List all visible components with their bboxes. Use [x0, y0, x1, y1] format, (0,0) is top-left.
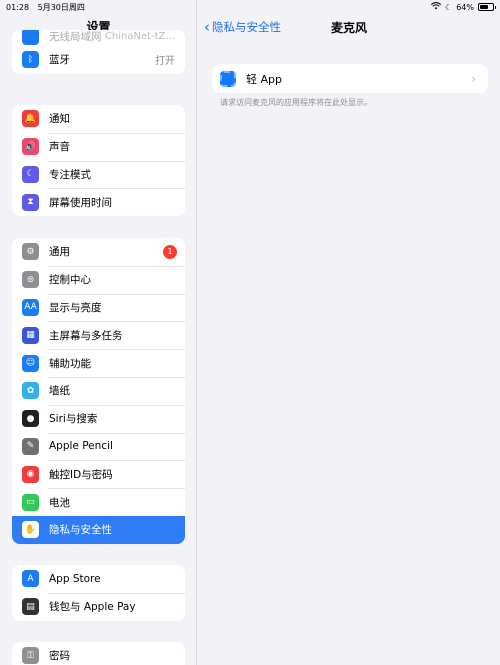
gear-icon: ⚙	[22, 243, 39, 261]
sidebar-item-label: Apple Pencil	[49, 440, 113, 453]
wifi-icon	[430, 2, 442, 12]
status-date: 5月30日周四	[37, 2, 85, 12]
sidebar-group-passwords: ⚿ 密码	[12, 642, 185, 665]
sidebar-item[interactable]: ✋ 隐私与安全性	[12, 515, 185, 544]
sidebar-item-wlan[interactable]: 无线局域网 ChinaNet-tZ...	[12, 30, 185, 46]
microphone-note: 请求访问麦克风的应用程序将在此处显示。	[220, 98, 372, 107]
sidebar-item[interactable]: ☺ 辅助功能	[12, 349, 185, 377]
sidebar-item-label: 辅助功能	[49, 357, 91, 370]
sidebar-item[interactable]: ᛒ 蓝牙 打开	[12, 46, 185, 74]
sidebar-item-label: 通用	[49, 246, 70, 259]
grid-icon: ▦	[22, 326, 39, 344]
flower-icon: ✿	[22, 382, 39, 400]
sidebar-item-label: 通知	[49, 113, 70, 126]
sidebar-group-store: A App Store ▤ 钱包与 Apple Pay	[12, 565, 185, 621]
sidebar-item-label: 隐私与安全性	[49, 524, 112, 537]
fingerprint-icon: ◉	[22, 465, 39, 483]
battery-percent: 64%	[456, 2, 474, 12]
sidebar-item[interactable]: ⧗ 屏幕使用时间	[12, 188, 185, 216]
sidebar-item[interactable]: ✿ 墙纸	[12, 376, 185, 405]
sidebar-item[interactable]: ☾ 专注模式	[12, 160, 185, 189]
sidebar-item-label: 蓝牙	[49, 54, 70, 67]
moon-status-icon: ☾	[445, 2, 453, 12]
status-time: 01:28	[6, 2, 30, 12]
app-row-label: 轻 App	[246, 72, 282, 86]
sidebar-group-connectivity: 无线局域网 ChinaNet-tZ... ᛒ 蓝牙 打开	[12, 30, 185, 74]
status-left: 01:28 5月30日周四	[6, 2, 91, 13]
sidebar-item-label: 无线局域网	[49, 30, 102, 43]
siri-icon: ●	[22, 410, 39, 428]
sidebar-item[interactable]: 🔊 声音	[12, 132, 185, 161]
bluetooth-icon: ᛒ	[22, 51, 39, 69]
accessibility-icon: ☺	[22, 354, 39, 372]
status-right: ☾ 64%	[430, 2, 496, 12]
sidebar-item-label: Siri与搜索	[49, 413, 98, 426]
sidebar-group-general: ⚙ 通用 1 ⊜ 控制中心 AA 显示与亮度 ▦ 主屏幕与多任务 ☺ 辅助功能 ✿ 墙纸 ● Siri与搜索…	[12, 238, 185, 544]
sidebar-item-label: 声音	[49, 141, 70, 154]
sidebar-item[interactable]: 🔔 通知	[12, 105, 185, 133]
settings-sidebar: 设置 无线局域网 ChinaNet-tZ... ᛒ 蓝牙 打开 🔔 通知 🔊 声音 ☾ 专注模…	[0, 0, 197, 665]
sidebar-item-label: 屏幕使用时间	[49, 196, 112, 209]
sidebar-item-detail: 打开	[155, 56, 175, 68]
sidebar-item-label: 控制中心	[49, 274, 91, 287]
sidebar-item-label: 专注模式	[49, 168, 91, 181]
back-button[interactable]: ‹ 隐私与安全性	[204, 19, 281, 35]
chevron-right-icon: ›	[471, 71, 476, 86]
sidebar-item-label: 钱包与 Apple Pay	[49, 601, 136, 614]
toggles-icon: ⊜	[22, 271, 39, 289]
sidebar-item[interactable]: ✎ Apple Pencil	[12, 432, 185, 461]
wifi-settings-icon	[22, 30, 39, 45]
light-app-icon	[220, 70, 236, 87]
sidebar-item-label: 密码	[49, 650, 70, 663]
status-bar: 01:28 5月30日周四 ☾ 64%	[0, 0, 500, 14]
sidebar-item[interactable]: AA 显示与亮度	[12, 293, 185, 322]
hand-icon: ✋	[22, 521, 39, 539]
hourglass-icon: ⧗	[22, 193, 39, 211]
sidebar-group-notifications: 🔔 通知 🔊 声音 ☾ 专注模式 ⧗ 屏幕使用时间	[12, 105, 185, 217]
chevron-left-icon: ‹	[204, 17, 210, 36]
key-icon: ⚿	[22, 647, 39, 665]
notification-badge: 1	[163, 244, 177, 259]
sidebar-item[interactable]: ⚙ 通用 1	[12, 238, 185, 266]
sidebar-item-label: 电池	[49, 496, 70, 509]
sidebar-item-detail: ChinaNet-tZ...	[104, 30, 175, 42]
sidebar-item-label: App Store	[49, 572, 101, 585]
sidebar-item[interactable]: ▭ 电池	[12, 488, 185, 516]
speaker-icon: 🔊	[22, 138, 39, 156]
sidebar-item[interactable]: ▦ 主屏幕与多任务	[12, 321, 185, 349]
sidebar-item[interactable]: ◉ 触控ID与密码	[12, 460, 185, 488]
text-size-icon: AA	[22, 298, 39, 316]
app-store-icon: A	[22, 570, 39, 588]
sidebar-item-label: 主屏幕与多任务	[49, 329, 123, 342]
sidebar-item-label: 触控ID与密码	[49, 468, 113, 481]
detail-pane: ‹ 隐私与安全性 麦克风 轻 App › 请求访问麦克风的应用程序将在此处显示。	[198, 0, 500, 665]
pencil-icon: ✎	[22, 437, 39, 455]
sidebar-item[interactable]: ⚿ 密码	[12, 642, 185, 665]
sidebar-item[interactable]: A App Store	[12, 565, 185, 593]
sidebar-item[interactable]: ⊜ 控制中心	[12, 265, 185, 294]
app-row-light-app[interactable]: 轻 App ›	[212, 64, 488, 93]
back-label: 隐私与安全性	[212, 20, 281, 34]
battery-fill	[480, 5, 488, 9]
bell-icon: 🔔	[22, 110, 39, 128]
sidebar-item-label: 显示与亮度	[49, 301, 102, 314]
sidebar-item[interactable]: ▤ 钱包与 Apple Pay	[12, 592, 185, 621]
battery-icon: ▭	[22, 493, 39, 511]
sidebar-item-label: 墙纸	[49, 385, 70, 398]
moon-icon: ☾	[22, 165, 39, 183]
battery-icon	[478, 3, 496, 11]
wallet-icon: ▤	[22, 598, 39, 616]
sidebar-item[interactable]: ● Siri与搜索	[12, 404, 185, 433]
